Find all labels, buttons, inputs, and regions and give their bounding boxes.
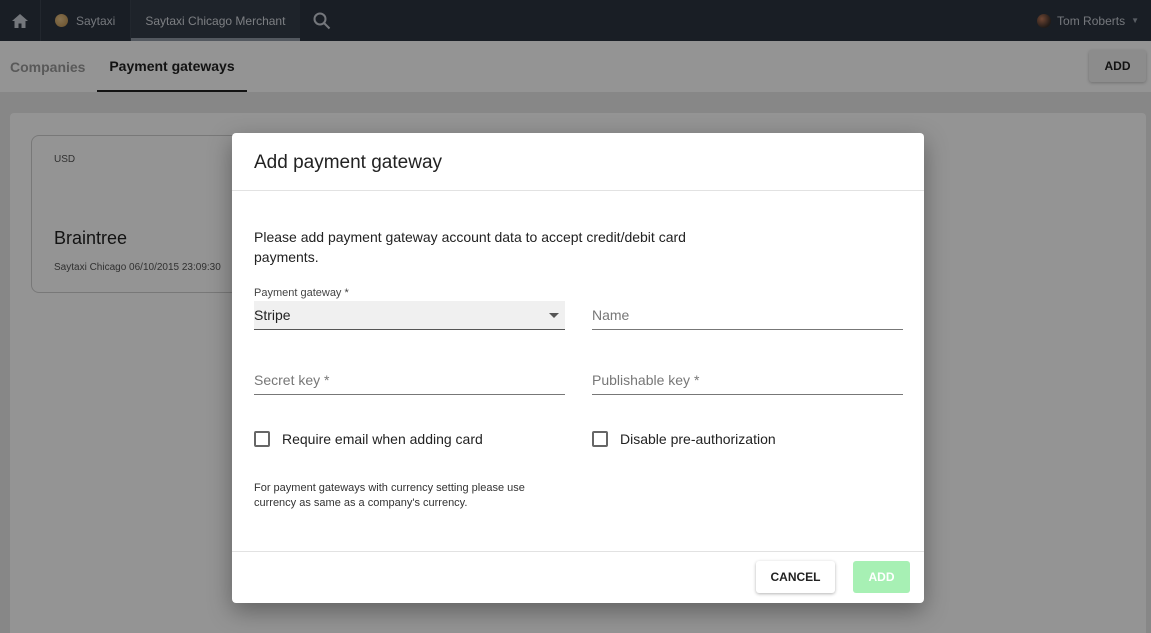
- gateway-select-label: Payment gateway *: [254, 287, 349, 299]
- gateway-select-field: Payment gateway * Stripe: [254, 287, 565, 330]
- gateway-select[interactable]: Stripe: [254, 301, 565, 330]
- publishable-key-field-wrapper: [592, 366, 903, 395]
- secret-key-field: [254, 366, 565, 395]
- publishable-key-field: [592, 366, 903, 395]
- cancel-button[interactable]: CANCEL: [756, 561, 835, 593]
- disable-preauth-label: Disable pre-authorization: [620, 431, 776, 447]
- disable-preauth-option[interactable]: Disable pre-authorization: [592, 431, 776, 447]
- name-field-wrapper: [592, 301, 903, 330]
- dialog-title: Add payment gateway: [254, 152, 443, 173]
- require-email-option[interactable]: Require email when adding card: [254, 431, 483, 447]
- currency-note: For payment gateways with currency setti…: [254, 482, 525, 509]
- dialog-description: Please add payment gateway account data …: [254, 229, 686, 265]
- disable-preauth-checkbox[interactable]: [592, 431, 608, 447]
- secret-key-input[interactable]: [254, 372, 565, 388]
- divider: [232, 190, 924, 191]
- add-button[interactable]: ADD: [853, 561, 910, 593]
- secret-key-field-wrapper: [254, 366, 565, 395]
- require-email-checkbox[interactable]: [254, 431, 270, 447]
- dropdown-arrow-icon: [549, 312, 559, 318]
- require-email-label: Require email when adding card: [282, 431, 483, 447]
- name-input[interactable]: [592, 307, 903, 323]
- add-gateway-dialog: Add payment gateway Please add payment g…: [232, 133, 924, 603]
- publishable-key-input[interactable]: [592, 372, 903, 388]
- name-field: [592, 301, 903, 330]
- gateway-select-value: Stripe: [254, 307, 291, 323]
- divider: [232, 551, 924, 552]
